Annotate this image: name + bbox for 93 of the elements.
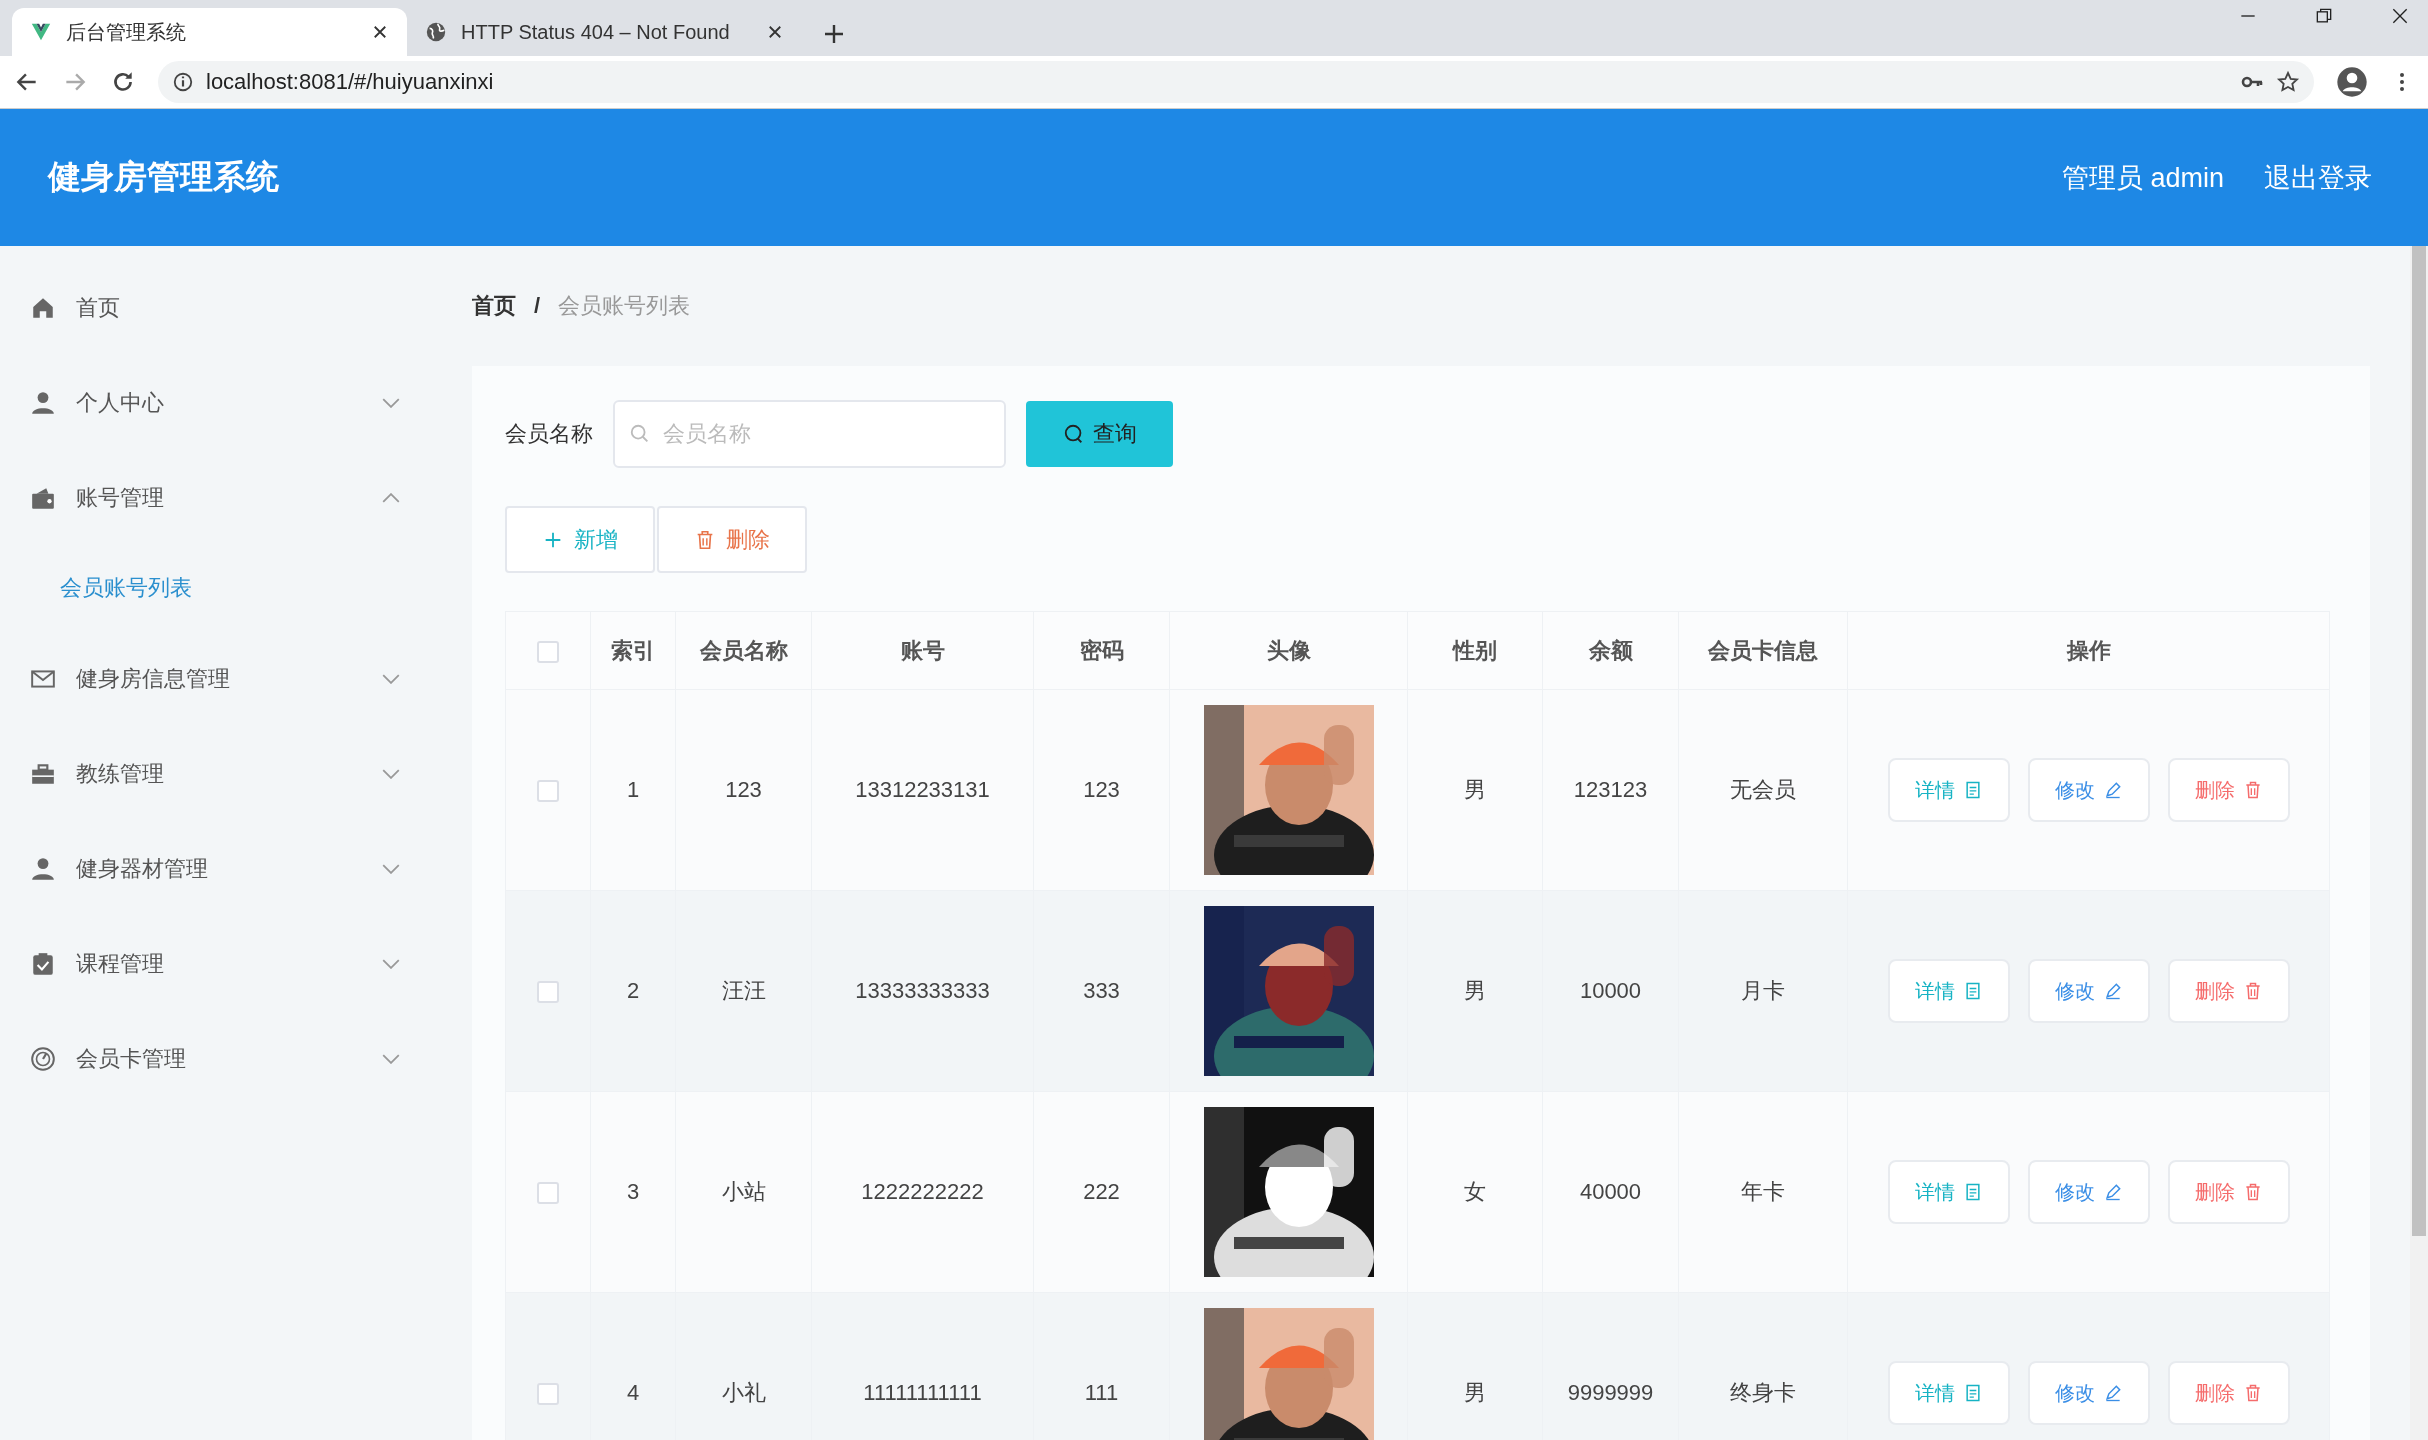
tab-title: HTTP Status 404 – Not Found bbox=[461, 20, 731, 44]
table-cell: 40000 bbox=[1579, 1179, 1642, 1204]
table-cell: 月卡 bbox=[1741, 978, 1785, 1003]
add-button[interactable]: 新增 bbox=[505, 506, 655, 573]
table-cell: 汪汪 bbox=[721, 978, 766, 1003]
search-field[interactable]: 会员名称 bbox=[613, 400, 1006, 468]
table-cell: 10000 bbox=[1579, 978, 1642, 1003]
table-cell: 123123 bbox=[1573, 777, 1648, 802]
person-icon bbox=[30, 855, 56, 882]
delete-button[interactable]: 删除 bbox=[2167, 959, 2290, 1023]
star-icon[interactable] bbox=[2276, 70, 2300, 94]
close-icon[interactable] bbox=[766, 23, 784, 41]
column-header: 会员卡信息 bbox=[1708, 637, 1818, 663]
gauge-icon bbox=[30, 1045, 56, 1072]
logout-link[interactable]: 退出登录 bbox=[2264, 159, 2372, 196]
table-cell: 111 bbox=[1084, 1380, 1119, 1405]
detail-button[interactable]: 详情 bbox=[1887, 758, 2010, 822]
person-icon bbox=[30, 389, 56, 416]
edit-button[interactable]: 修改 bbox=[2027, 1361, 2150, 1425]
checkbox[interactable] bbox=[537, 981, 559, 1004]
new-tab-icon[interactable] bbox=[822, 22, 846, 46]
table-cell: 无会员 bbox=[1730, 777, 1796, 802]
table-cell: 1222222222 bbox=[861, 1179, 984, 1204]
edit-button[interactable]: 修改 bbox=[2027, 758, 2150, 822]
delete-button[interactable]: 删除 bbox=[657, 506, 807, 573]
column-header: 账号 bbox=[900, 637, 945, 663]
table-cell: 13333333333 bbox=[855, 978, 990, 1003]
browser-tab[interactable]: 后台管理系统 bbox=[12, 8, 407, 56]
column-header: 密码 bbox=[1079, 637, 1124, 663]
column-header: 余额 bbox=[1588, 637, 1633, 663]
table-cell: 男 bbox=[1464, 777, 1486, 802]
sidebar-item[interactable]: 会员卡管理 bbox=[0, 1011, 472, 1106]
detail-button[interactable]: 详情 bbox=[1887, 1361, 2010, 1425]
table-cell: 年卡 bbox=[1741, 1179, 1785, 1204]
sidebar-item[interactable]: 健身房信息管理 bbox=[0, 631, 472, 726]
edit-button[interactable]: 修改 bbox=[2027, 1160, 2150, 1224]
checkbox[interactable] bbox=[537, 780, 559, 803]
user-label: 管理员 admin bbox=[2061, 161, 2224, 195]
tab-title: 后台管理系统 bbox=[66, 19, 187, 45]
scrollbar-thumb[interactable] bbox=[2412, 246, 2426, 1236]
table-cell: 3 bbox=[626, 1179, 640, 1204]
close-icon[interactable] bbox=[2390, 6, 2410, 26]
browser-tab[interactable]: HTTP Status 404 – Not Found bbox=[407, 8, 802, 56]
table-cell: 终身卡 bbox=[1730, 1380, 1796, 1405]
profile-icon[interactable] bbox=[2336, 66, 2368, 98]
table-cell: 333 bbox=[1083, 978, 1120, 1003]
table-cell: 男 bbox=[1464, 1380, 1486, 1405]
sidebar-item[interactable]: 健身器材管理 bbox=[0, 821, 472, 916]
breadcrumb-current: 会员账号列表 bbox=[558, 292, 691, 320]
sidebar-item[interactable]: 个人中心 bbox=[0, 355, 472, 450]
column-header: 索引 bbox=[611, 637, 655, 663]
checkbox[interactable] bbox=[537, 1383, 559, 1406]
column-header: 头像 bbox=[1266, 637, 1311, 663]
column-header: 性别 bbox=[1453, 637, 1497, 663]
clipboard-icon bbox=[30, 950, 56, 977]
column-header: 会员名称 bbox=[699, 637, 788, 663]
app-title: 健身房管理系统 bbox=[48, 157, 280, 197]
search-icon bbox=[629, 423, 651, 445]
checkbox[interactable] bbox=[537, 1182, 559, 1205]
detail-button[interactable]: 详情 bbox=[1887, 959, 2010, 1023]
checkbox[interactable] bbox=[537, 640, 559, 663]
search-button[interactable]: 查询 bbox=[1026, 401, 1173, 467]
table-cell: 女 bbox=[1464, 1179, 1486, 1204]
table-cell: 123 bbox=[725, 777, 762, 802]
submenu-item[interactable]: 会员账号列表 bbox=[60, 573, 192, 603]
table-cell: 4 bbox=[626, 1380, 640, 1405]
table-cell: 小礼 bbox=[721, 1380, 766, 1405]
column-header: 操作 bbox=[2066, 637, 2111, 663]
table-cell: 11111111111 bbox=[863, 1380, 982, 1405]
search-icon bbox=[1062, 423, 1085, 445]
close-icon[interactable] bbox=[371, 23, 389, 41]
table-cell: 小站 bbox=[721, 1179, 766, 1204]
breadcrumb-link[interactable]: 首页 bbox=[472, 291, 516, 321]
info-icon[interactable] bbox=[172, 71, 194, 93]
delete-button[interactable]: 删除 bbox=[2167, 1361, 2290, 1425]
table-cell: 13312233131 bbox=[855, 777, 990, 802]
table-cell: 2 bbox=[626, 978, 640, 1003]
table-cell: 9999999 bbox=[1567, 1380, 1654, 1405]
edit-button[interactable]: 修改 bbox=[2027, 959, 2150, 1023]
sidebar-item[interactable]: 首页 bbox=[0, 260, 472, 355]
field-label: 会员名称 bbox=[505, 420, 593, 448]
globe-icon bbox=[425, 21, 447, 43]
sidebar-item[interactable]: 账号管理 bbox=[0, 450, 472, 545]
table-cell: 男 bbox=[1464, 978, 1486, 1003]
sidebar-item[interactable]: 课程管理 bbox=[0, 916, 472, 1011]
detail-button[interactable]: 详情 bbox=[1887, 1160, 2010, 1224]
delete-button[interactable]: 删除 bbox=[2167, 758, 2290, 822]
table-cell: 123 bbox=[1083, 777, 1120, 802]
breadcrumb-separator: / bbox=[534, 293, 541, 319]
table-cell: 1 bbox=[626, 777, 640, 802]
delete-button[interactable]: 删除 bbox=[2167, 1160, 2290, 1224]
sidebar-item[interactable]: 教练管理 bbox=[0, 726, 472, 821]
table-cell: 222 bbox=[1083, 1179, 1120, 1204]
